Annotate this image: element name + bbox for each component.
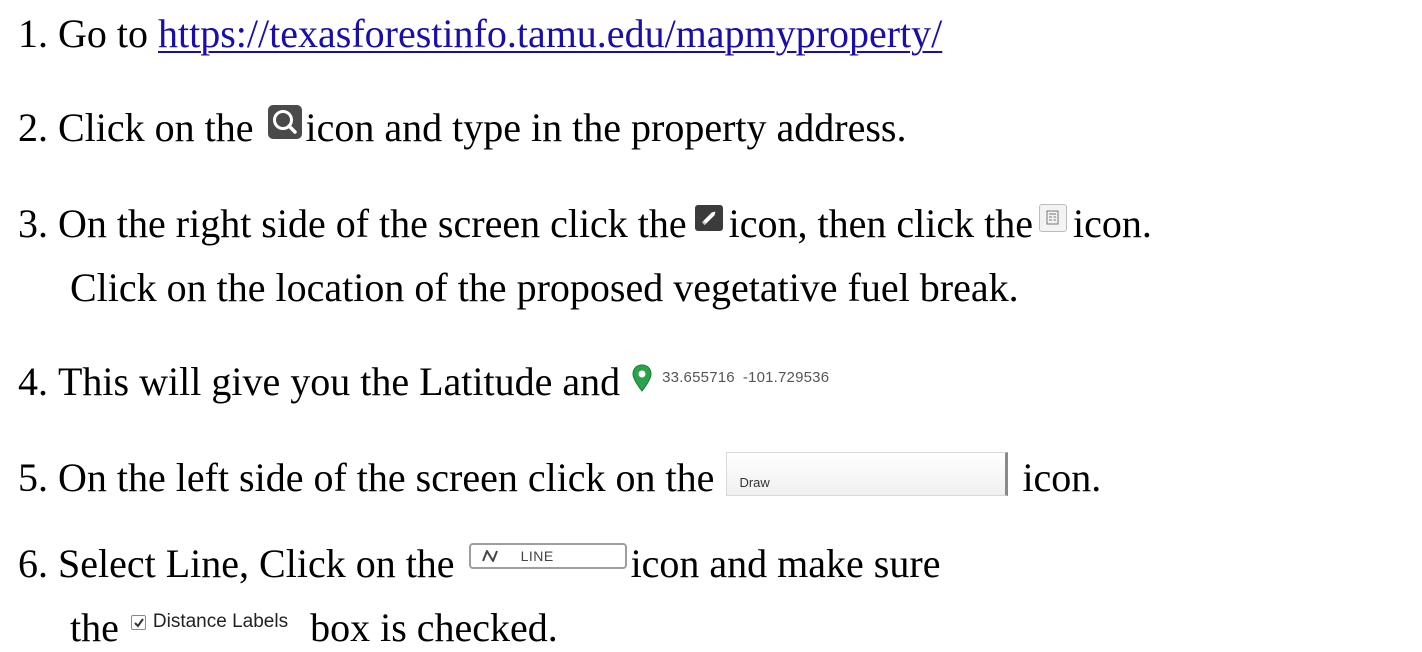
mapmyproperty-link[interactable]: https://texasforestinfo.tamu.edu/mapmypr… xyxy=(158,10,942,58)
step-text: icon and make sure xyxy=(630,541,941,586)
step-4: 4. This will give you the Latitude and 3… xyxy=(18,358,829,406)
step-number: 1. xyxy=(18,11,48,56)
step-text: icon and type in the property address. xyxy=(305,105,907,150)
longitude-value: -101.729536 xyxy=(742,369,830,386)
distance-labels-checkbox[interactable]: Distance Labels xyxy=(130,598,289,646)
step-text: icon. xyxy=(1022,455,1102,500)
search-icon xyxy=(267,105,302,139)
step-number: 6. xyxy=(18,541,48,586)
step-6: 6. Select Line, Click on the LINE icon a… xyxy=(18,540,940,588)
step-3-continuation: Click on the location of the proposed ve… xyxy=(70,264,1019,312)
step-text: icon. xyxy=(1073,201,1152,246)
step-number: 2. xyxy=(18,105,48,150)
step-text: Select Line, Click on the xyxy=(58,541,455,586)
polyline-icon xyxy=(481,550,498,562)
checkbox-checked-icon xyxy=(130,614,146,630)
step-text: On the right side of the screen click th… xyxy=(58,201,687,246)
step-number: 3. xyxy=(18,201,48,246)
step-number: 5. xyxy=(18,455,48,500)
pencil-icon xyxy=(694,205,723,231)
step-6-continuation: the Distance Labels box is checked. xyxy=(70,604,558,652)
draw-button[interactable]: Draw xyxy=(726,452,1009,496)
map-pin-icon xyxy=(632,364,652,392)
distance-labels-label: Distance Labels xyxy=(152,611,289,632)
step-5: 5. On the left side of the screen click … xyxy=(18,452,1102,502)
step-text: Click on the location of the proposed ve… xyxy=(70,265,1019,310)
step-text: the xyxy=(70,605,119,650)
step-text: This will give you the Latitude and xyxy=(58,359,621,404)
step-text: Go to xyxy=(58,11,148,56)
step-number: 4. xyxy=(18,359,48,404)
line-button-label: LINE xyxy=(520,548,554,564)
step-3: 3. On the right side of the screen click… xyxy=(18,200,1152,248)
step-1: 1. Go to https://texasforestinfo.tamu.ed… xyxy=(18,10,942,58)
coordinate-readout: 33.655716 -101.729536 xyxy=(632,354,829,402)
grid-icon xyxy=(1039,204,1068,232)
latitude-value: 33.655716 xyxy=(662,369,735,386)
line-button[interactable]: LINE xyxy=(468,543,627,569)
step-text: box is checked. xyxy=(310,605,558,650)
step-2: 2. Click on the icon and type in the pro… xyxy=(18,104,906,152)
step-text: On the left side of the screen click on … xyxy=(58,455,715,500)
step-text: icon, then click the xyxy=(728,201,1034,246)
draw-button-label: Draw xyxy=(739,475,770,490)
step-text: Click on the xyxy=(58,105,254,150)
